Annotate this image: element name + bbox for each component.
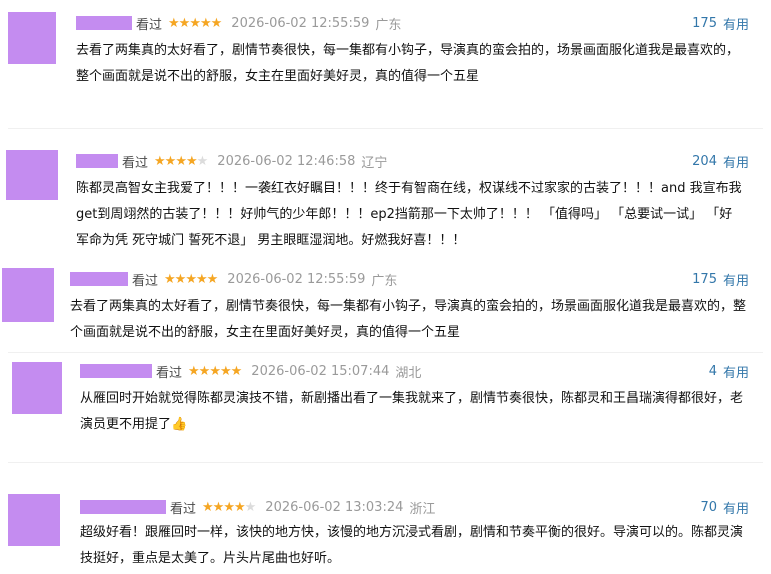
divider (8, 462, 763, 463)
watched-label: 看过 (170, 501, 197, 517)
star-icon: ★ (164, 153, 177, 169)
review-meta: 看过 ★★★★★ 2026-06-02 12:46:58 辽宁 (76, 150, 387, 172)
review-meta: 看过 ★★★★★ 2026-06-02 15:07:44 湖北 (80, 360, 421, 382)
useful-button[interactable]: 有用 (723, 14, 749, 33)
review-region: 湖北 (395, 365, 422, 381)
review-item: 看过 ★★★★★ 2026-06-02 13:03:24 浙江 70 有用 超级… (0, 488, 771, 574)
star-icon: ★ (168, 15, 180, 31)
votes: 175 有用 (692, 12, 749, 34)
avatar[interactable] (2, 268, 54, 322)
review-region: 广东 (371, 273, 398, 289)
star-icon: ★ (206, 271, 219, 287)
star-icon: ★ (185, 271, 197, 287)
review-meta: 看过 ★★★★★ 2026-06-02 12:55:59 广东 (70, 268, 397, 290)
star-icon: ★ (244, 499, 257, 515)
star-icon: ★ (212, 499, 225, 515)
watched-label: 看过 (156, 365, 183, 381)
username[interactable] (76, 154, 118, 168)
star-icon: ★ (223, 499, 235, 515)
review-text: 去看了两集真的太好看了，剧情节奏很快，每一集都有小钩子，导演真的蛮会拍的，场景画… (70, 299, 747, 340)
avatar[interactable] (8, 494, 60, 546)
review-time: 2026-06-02 12:46:58 (217, 153, 356, 169)
avatar[interactable] (8, 12, 56, 64)
useful-button[interactable]: 有用 (723, 498, 749, 517)
star-icon: ★ (174, 271, 187, 287)
review-region: 辽宁 (361, 155, 388, 171)
watched-label: 看过 (136, 17, 163, 33)
star-icon: ★ (202, 499, 214, 515)
star-icon: ★ (198, 363, 211, 379)
star-icon: ★ (185, 153, 198, 169)
review-text: 陈都灵高智女主我爱了！！！一袭红衣好瞩目！！！终于有智商在线，权谋线不过家家的古… (76, 181, 742, 248)
useful-button[interactable]: 有用 (723, 270, 749, 289)
vote-count: 70 (700, 499, 717, 515)
avatar[interactable] (12, 362, 62, 414)
avatar[interactable] (6, 150, 58, 200)
review-region: 浙江 (409, 501, 436, 517)
star-rating: ★★★★★ (164, 271, 219, 287)
review-time: 2026-06-02 12:55:59 (231, 15, 370, 31)
votes: 4 有用 (709, 360, 749, 382)
username[interactable] (80, 500, 166, 514)
review-item: 看过 ★★★★★ 2026-06-02 15:07:44 湖北 4 有用 从雁回… (0, 352, 771, 462)
star-icon: ★ (210, 15, 223, 31)
vote-count: 4 (708, 363, 717, 379)
review-text: 超级好看！跟雁回时一样，该快的地方快，该慢的地方沉浸式看剧，剧情和节奏平衡的很好… (80, 525, 744, 566)
review-item: 看过 ★★★★★ 2026-06-02 12:46:58 辽宁 204 有用 陈… (0, 140, 771, 260)
watched-label: 看过 (122, 155, 149, 171)
useful-button[interactable]: 有用 (723, 152, 749, 171)
review-time: 2026-06-02 13:03:24 (265, 499, 404, 515)
star-icon: ★ (175, 153, 187, 169)
star-icon: ★ (189, 15, 201, 31)
review-region: 广东 (375, 17, 402, 33)
star-icon: ★ (178, 15, 191, 31)
star-icon: ★ (230, 363, 243, 379)
star-icon: ★ (199, 15, 212, 31)
watched-label: 看过 (132, 273, 159, 289)
votes: 70 有用 (700, 496, 749, 518)
thumbs-up-icon: 👍 (171, 417, 188, 432)
star-icon: ★ (154, 153, 166, 169)
votes: 204 有用 (692, 150, 749, 172)
star-icon: ★ (164, 271, 176, 287)
username[interactable] (76, 16, 132, 30)
vote-count: 175 (692, 271, 717, 287)
review-text: 从雁回时开始就觉得陈都灵演技不错，新剧播出看了一集我就来了，剧情节奏很快，陈都灵… (80, 386, 752, 438)
review-time: 2026-06-02 12:55:59 (227, 271, 366, 287)
divider (8, 128, 763, 129)
star-icon: ★ (195, 271, 208, 287)
star-rating: ★★★★★ (154, 153, 209, 169)
username[interactable] (70, 272, 128, 286)
star-rating: ★★★★★ (188, 363, 243, 379)
star-icon: ★ (233, 499, 246, 515)
star-icon: ★ (196, 153, 209, 169)
star-icon: ★ (188, 363, 200, 379)
star-rating: ★★★★★ (168, 15, 223, 31)
username[interactable] (80, 364, 152, 378)
vote-count: 204 (692, 153, 717, 169)
review-meta: 看过 ★★★★★ 2026-06-02 13:03:24 浙江 (80, 496, 435, 518)
star-icon: ★ (219, 363, 232, 379)
review-item: 看过 ★★★★★ 2026-06-02 12:55:59 广东 175 有用 去… (0, 0, 771, 120)
star-icon: ★ (209, 363, 221, 379)
useful-button[interactable]: 有用 (723, 362, 749, 381)
review-text: 去看了两集真的太好看了，剧情节奏很快，每一集都有小钩子，导演真的蛮会拍的，场景画… (76, 43, 740, 84)
review-meta: 看过 ★★★★★ 2026-06-02 12:55:59 广东 (76, 12, 401, 34)
review-item: 看过 ★★★★★ 2026-06-02 12:55:59 广东 175 有用 去… (0, 260, 771, 350)
vote-count: 175 (692, 15, 717, 31)
star-rating: ★★★★★ (202, 499, 257, 515)
review-time: 2026-06-02 15:07:44 (251, 363, 390, 379)
votes: 175 有用 (692, 268, 749, 290)
